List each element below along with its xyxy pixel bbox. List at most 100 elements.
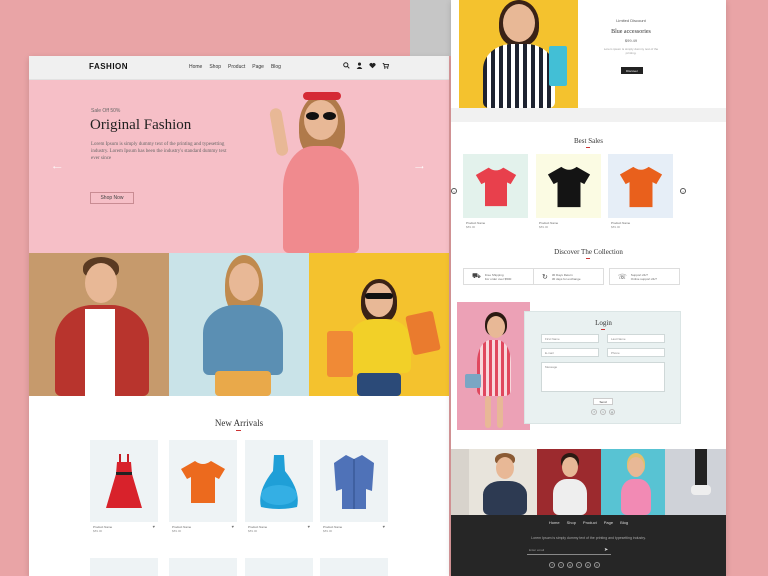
offer-title: Blue accessories: [611, 29, 651, 35]
message-field[interactable]: Message: [541, 362, 665, 392]
shop-now-button[interactable]: Shop Now: [90, 192, 134, 204]
hero-prev-arrow[interactable]: ⟵: [53, 164, 62, 171]
product-price: $89.00: [611, 225, 621, 229]
heart-icon[interactable]: [369, 62, 376, 71]
product-image-red-tshirt[interactable]: [463, 154, 528, 218]
feature-subtitle: 30 days for exchange: [551, 276, 581, 281]
product-price: $89.00: [93, 529, 103, 533]
offer-description: Lorem ipsum is simply dummy text of the …: [603, 47, 659, 55]
carousel-next-arrow[interactable]: ›: [680, 188, 686, 194]
product-image-blue-shirt[interactable]: [320, 440, 388, 522]
facebook-icon[interactable]: f: [591, 409, 597, 415]
instagram-icon[interactable]: i: [576, 562, 582, 568]
login-social-links: f t g: [591, 409, 615, 415]
twitter-icon[interactable]: t: [600, 409, 606, 415]
newsletter-email-input[interactable]: Enter email: [527, 548, 611, 555]
send-arrow-icon[interactable]: ➤: [604, 547, 608, 553]
nav-home[interactable]: Home: [189, 64, 202, 70]
last-name-field[interactable]: Last Name: [607, 334, 665, 343]
best-sale-card[interactable]: Product Name $89.00: [536, 154, 601, 229]
product-image-orange-tshirt[interactable]: [608, 154, 673, 218]
nav-blog[interactable]: Blog: [271, 64, 281, 70]
hero-model-image: [268, 84, 369, 253]
product-card[interactable]: Product Name $89.00 ♥: [320, 440, 388, 534]
best-sale-card[interactable]: Product Name $89.00: [463, 154, 528, 229]
product-card[interactable]: Product Name $89.00 ♥: [169, 440, 237, 534]
offer-label: Limited Discount: [616, 18, 646, 23]
footer-social-links: f t g i p y: [549, 562, 600, 568]
category-men-image[interactable]: [29, 253, 169, 396]
product-card[interactable]: [245, 558, 313, 576]
send-button[interactable]: Send: [593, 398, 613, 405]
product-card[interactable]: Product Name $89.00 ♥: [90, 440, 158, 534]
best-sale-card[interactable]: Product Name $89.00: [608, 154, 673, 229]
homepage-mockup: FASHION Home Shop Product Page Blog Sale…: [29, 56, 449, 576]
product-image-red-dress[interactable]: [90, 440, 158, 522]
product-image-blue-gown[interactable]: [245, 440, 313, 522]
product-price: $89.00: [323, 529, 333, 533]
new-arrivals-title: New Arrivals: [214, 418, 264, 428]
wishlist-heart-icon[interactable]: ♥: [153, 524, 155, 529]
wishlist-heart-icon[interactable]: ♥: [308, 524, 310, 529]
best-sales-title: Best Sales: [574, 137, 603, 145]
product-card[interactable]: [169, 558, 237, 576]
gallery-image[interactable]: [601, 449, 665, 515]
twitter-icon[interactable]: t: [558, 562, 564, 568]
first-name-field[interactable]: First Name: [541, 334, 599, 343]
product-image-black-tshirt[interactable]: [536, 154, 601, 218]
product-card[interactable]: [90, 558, 158, 576]
feature-subtitle: Online support 24/7: [630, 276, 657, 281]
footer-link-page[interactable]: Page: [604, 520, 613, 525]
product-image-orange-tshirt[interactable]: [169, 440, 237, 522]
gallery-image[interactable]: [665, 449, 726, 515]
hero-banner: Sale Off 50% Original Fashion Lorem Ipsu…: [29, 80, 449, 253]
footer-link-home[interactable]: Home: [549, 520, 560, 525]
cart-icon[interactable]: [382, 62, 390, 71]
footer-description: Lorem Ipsum is simply dummy text of the …: [531, 536, 646, 540]
phone-field[interactable]: Phone: [607, 348, 665, 357]
product-price: $89.00: [172, 529, 182, 533]
wishlist-heart-icon[interactable]: ♥: [232, 524, 234, 529]
nav-shop[interactable]: Shop: [209, 64, 221, 70]
email-field[interactable]: E-mail: [541, 348, 599, 357]
navbar: FASHION Home Shop Product Page Blog: [29, 56, 449, 80]
category-accessories-image[interactable]: [309, 253, 449, 396]
search-icon[interactable]: [343, 62, 350, 71]
hero-sale-label: Sale Off 50%: [91, 108, 121, 114]
pinterest-icon[interactable]: p: [585, 562, 591, 568]
offer-image[interactable]: [459, 0, 578, 108]
product-price: $89.00: [248, 529, 258, 533]
facebook-icon[interactable]: f: [549, 562, 555, 568]
footer-link-shop[interactable]: Shop: [567, 520, 576, 525]
product-card[interactable]: [320, 558, 388, 576]
gallery-image[interactable]: [469, 449, 537, 515]
title-divider: [586, 258, 590, 259]
title-divider: [601, 329, 605, 330]
brand-logo[interactable]: FASHION: [89, 62, 128, 71]
footer-link-product[interactable]: Product: [583, 520, 597, 525]
category-banners: [29, 253, 449, 396]
category-women-image[interactable]: [169, 253, 309, 396]
offer-price: $99.49: [624, 38, 638, 43]
footer-link-blog[interactable]: Blog: [620, 520, 628, 525]
google-icon[interactable]: g: [567, 562, 573, 568]
nav-product[interactable]: Product: [228, 64, 245, 70]
discover-button[interactable]: Discover: [621, 67, 643, 74]
user-icon[interactable]: [356, 62, 363, 71]
feature-subtitle: For order over $500: [484, 276, 512, 281]
hero-title: Original Fashion: [90, 117, 192, 133]
feature-support: ☏ Support 24/7 Online support 24/7: [609, 268, 680, 285]
product-card[interactable]: Product Name $89.00 ♥: [245, 440, 313, 534]
hero-description: Lorem Ipsum is simply dummy text of the …: [91, 142, 227, 161]
product-price: $89.00: [539, 225, 549, 229]
support-icon: ☏: [618, 273, 627, 281]
feature-returns: ↻ 30 Days Return 30 days for exchange: [533, 268, 604, 285]
gallery-image[interactable]: [451, 449, 469, 515]
carousel-prev-arrow[interactable]: ‹: [451, 188, 457, 194]
gallery-image[interactable]: [537, 449, 601, 515]
hero-next-arrow[interactable]: ⟶: [415, 164, 424, 171]
nav-page[interactable]: Page: [252, 64, 264, 70]
google-icon[interactable]: g: [609, 409, 615, 415]
wishlist-heart-icon[interactable]: ♥: [383, 524, 385, 529]
youtube-icon[interactable]: y: [594, 562, 600, 568]
